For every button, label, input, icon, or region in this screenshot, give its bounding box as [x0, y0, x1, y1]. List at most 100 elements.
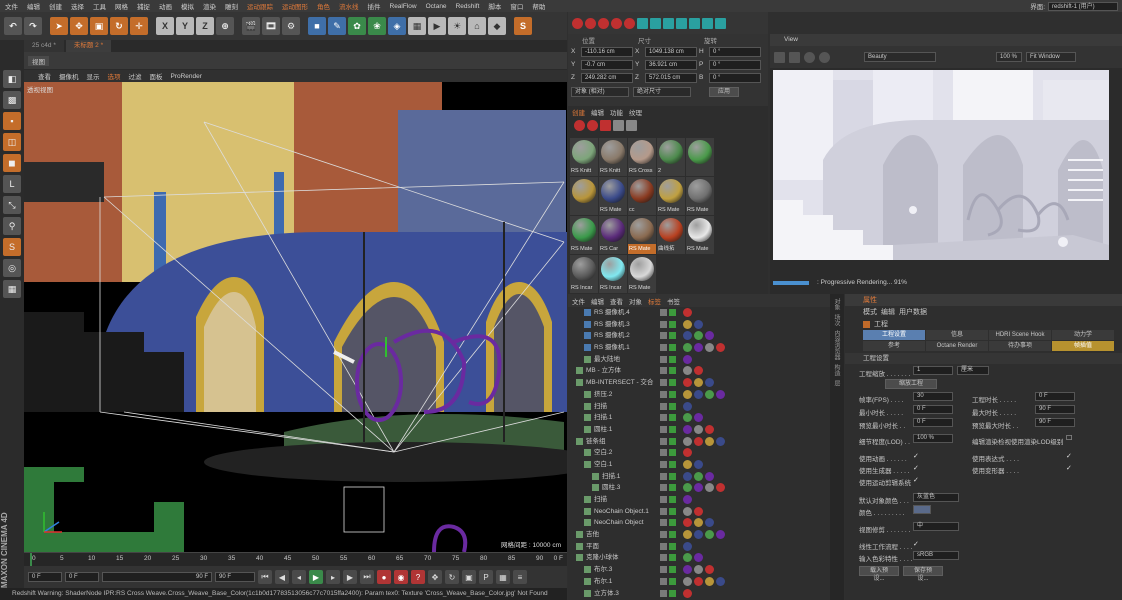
material-tag-icon[interactable]	[694, 506, 703, 516]
fit-window-dropdown[interactable]: Fit Window	[1026, 52, 1076, 62]
enabled-check-icon[interactable]	[669, 496, 676, 503]
enabled-check-icon[interactable]	[669, 437, 676, 445]
enabled-check-icon[interactable]	[669, 390, 676, 398]
record-button[interactable]: ●	[377, 570, 391, 584]
auto-key-button[interactable]: ◉	[394, 570, 408, 584]
material-tag-icon[interactable]	[683, 319, 692, 329]
material-swatch[interactable]: RS Mate	[570, 216, 598, 254]
material-tag-icon[interactable]	[683, 343, 692, 353]
tag-icon-4[interactable]	[611, 17, 622, 29]
scale-unit-dropdown[interactable]: 厘米	[957, 366, 989, 375]
view-clip-dropdown[interactable]: 中	[913, 522, 959, 531]
menu-item[interactable]: 工具	[93, 1, 106, 11]
side-tab[interactable]: 对象	[832, 298, 841, 310]
menu-item[interactable]: 帮助	[532, 1, 545, 11]
material-tab[interactable]: 功能	[610, 107, 623, 117]
material-tag-icon[interactable]	[694, 424, 703, 434]
attributes-menu-item[interactable]: 模式	[863, 307, 877, 317]
menu-item[interactable]: 运动跟踪	[247, 1, 273, 11]
material-swatch[interactable]: RS Incar	[570, 255, 598, 293]
material-tag-icon[interactable]	[683, 565, 692, 575]
material-tag-icon[interactable]	[694, 366, 703, 376]
material-swatch[interactable]: 2	[657, 138, 685, 176]
object-row[interactable]: 布尔.3	[568, 564, 830, 576]
texture-mode-icon[interactable]: ▩	[3, 91, 21, 109]
attributes-tab[interactable]: 动力学	[1052, 330, 1114, 340]
viewport-menu-item[interactable]: ProRender	[171, 73, 202, 80]
enabled-check-icon[interactable]	[669, 344, 676, 352]
material-tag-icon[interactable]	[705, 436, 714, 446]
visibility-flag-icon[interactable]	[660, 554, 667, 562]
rot-b-field[interactable]: 0 °	[709, 72, 761, 83]
visibility-flag-icon[interactable]	[660, 472, 667, 480]
rotate-tool-button[interactable]: ↻	[110, 17, 128, 35]
enabled-check-icon[interactable]	[669, 507, 676, 515]
object-row[interactable]: NeoChain Object.1	[568, 506, 830, 518]
material-tag-icon[interactable]	[683, 530, 692, 540]
tag-icon-9[interactable]	[676, 17, 687, 29]
material-tag-icon[interactable]	[694, 518, 703, 528]
material-tag-icon[interactable]	[683, 506, 692, 516]
object-manager-tab[interactable]: 查看	[610, 296, 623, 306]
coords-mode-dropdown[interactable]: 对象 (相对)	[571, 87, 629, 97]
material-swatch[interactable]: RS Mate	[686, 216, 714, 254]
material-tag-icon[interactable]	[683, 378, 692, 388]
load-preset-button[interactable]: 载入预设...	[859, 566, 899, 582]
menu-item[interactable]: 选择	[71, 1, 84, 11]
visibility-flag-icon[interactable]	[660, 484, 667, 492]
enabled-check-icon[interactable]	[669, 554, 676, 562]
menu-item[interactable]: 动画	[159, 1, 172, 11]
enabled-check-icon[interactable]	[669, 449, 676, 457]
key-param-button[interactable]: P	[479, 570, 493, 584]
render-picture-viewer-button[interactable]: 🎞	[262, 17, 280, 35]
material-tag-icon[interactable]	[694, 413, 703, 423]
menu-item[interactable]: 编辑	[27, 1, 40, 11]
visibility-flag-icon[interactable]	[660, 460, 667, 468]
viewport-menu-item[interactable]: 面板	[150, 71, 163, 81]
object-row[interactable]: 空白.1	[568, 459, 830, 471]
menu-item[interactable]: RealFlow	[390, 3, 417, 10]
material-tag-icon[interactable]	[705, 424, 714, 434]
visibility-flag-icon[interactable]	[660, 355, 667, 363]
material-swatch[interactable]: RS Car	[599, 216, 627, 254]
material-tag-icon[interactable]	[716, 389, 725, 399]
material-swatch[interactable]: RS Incar	[599, 255, 627, 293]
side-tab[interactable]: 场次	[832, 314, 841, 326]
object-row[interactable]: 立方体.3	[568, 588, 830, 600]
menu-item[interactable]: 渲染	[203, 1, 216, 11]
tag-icon-8[interactable]	[663, 17, 674, 29]
visibility-flag-icon[interactable]	[660, 566, 667, 574]
min-time-field[interactable]: 0 F	[913, 405, 953, 414]
material-swatch[interactable]: RS Mate	[628, 255, 656, 293]
object-row[interactable]: 扫描	[568, 401, 830, 413]
visibility-flag-icon[interactable]	[660, 320, 667, 328]
polygons-mode-icon[interactable]: ◼	[3, 154, 21, 172]
tag-icon-12[interactable]	[715, 17, 726, 29]
scale-field[interactable]: 1	[913, 366, 953, 375]
object-manager-tab[interactable]: 编辑	[591, 296, 604, 306]
current-frame-field[interactable]: 0 F	[65, 572, 99, 582]
points-mode-icon[interactable]: ▪	[3, 112, 21, 130]
menu-item[interactable]: 创建	[49, 1, 62, 11]
use-generators-checkbox[interactable]: ✓	[913, 465, 920, 472]
material-tab[interactable]: 创建	[572, 107, 585, 117]
axis-z-button[interactable]: Z	[196, 17, 214, 35]
layout-dropdown[interactable]: redshift-1 (用户)	[1048, 1, 1118, 11]
visibility-flag-icon[interactable]	[660, 332, 667, 340]
enabled-check-icon[interactable]	[669, 589, 676, 597]
enabled-check-icon[interactable]	[669, 577, 676, 585]
object-row[interactable]: RS 摄像机.2	[568, 330, 830, 342]
viewport-3d[interactable]: 透视视图 网格间距 : 10000 cm	[24, 82, 567, 552]
script-button[interactable]: S	[514, 17, 532, 35]
grid-icon[interactable]: ▦	[3, 280, 21, 298]
material-tag-icon[interactable]	[694, 471, 703, 481]
object-row[interactable]: 布尔.1	[568, 576, 830, 588]
model-mode-icon[interactable]: ◧	[3, 70, 21, 88]
material-tag-icon[interactable]	[705, 576, 714, 586]
key-selection-button[interactable]: ?	[411, 570, 425, 584]
visibility-flag-icon[interactable]	[660, 344, 667, 352]
use-motion-checkbox[interactable]: ✓	[913, 477, 920, 484]
tag-icon-11[interactable]	[702, 17, 713, 29]
object-row[interactable]: MB - 立方体	[568, 365, 830, 377]
material-swatch[interactable]	[570, 177, 598, 215]
